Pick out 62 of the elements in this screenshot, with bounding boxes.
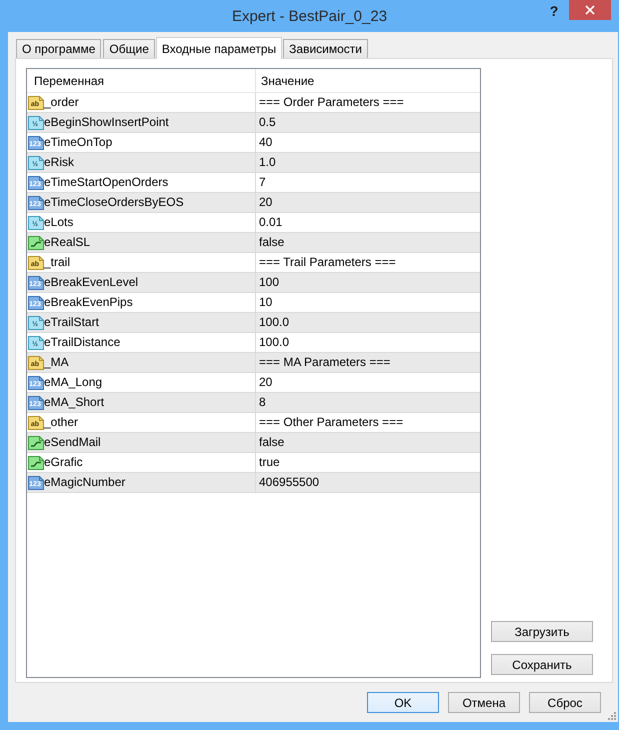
parameter-name: _other	[44, 414, 78, 431]
dialog-button[interactable]: Сброс	[529, 692, 601, 713]
parameter-name: eMA_Long	[44, 374, 102, 391]
parameter-name: _MA	[44, 354, 69, 371]
parameter-value: === Trail Parameters ===	[258, 254, 397, 271]
help-button[interactable]: ?	[541, 0, 567, 22]
parameter-name: eTimeStartOpenOrders	[44, 174, 168, 191]
resize-grip-icon	[608, 712, 616, 720]
table-row[interactable]: eSendMail false	[27, 433, 480, 453]
parameter-value: 8	[258, 394, 267, 411]
table-row[interactable]: eRealSL false	[27, 233, 480, 253]
parameter-name: eMA_Short	[44, 394, 104, 411]
parameter-value: 406955500	[258, 474, 320, 491]
parameter-value: 40	[258, 134, 274, 151]
toggle-type-icon	[28, 454, 44, 470]
parameter-name: eBreakEvenLevel	[44, 274, 138, 291]
parameter-name: _order	[44, 94, 79, 111]
tab[interactable]: Общие	[103, 39, 155, 58]
parameter-value: 100.0	[258, 334, 290, 351]
toggle-type-icon	[28, 234, 44, 250]
parameter-name: eTimeOnTop	[44, 134, 112, 151]
column-header[interactable]: Значение	[256, 69, 480, 92]
parameter-value: 0.01	[258, 214, 284, 231]
parameter-name: eTimeCloseOrdersByEOS	[44, 194, 184, 211]
close-button[interactable]	[569, 0, 611, 20]
table-row[interactable]: eGrafic true	[27, 453, 480, 473]
parameter-value: 100	[258, 274, 280, 291]
parameter-name: eGrafic	[44, 454, 83, 471]
dialog-button[interactable]: OK	[367, 692, 439, 713]
parameter-name: eRisk	[44, 154, 74, 171]
window-title: Expert - BestPair_0_23	[232, 8, 388, 24]
parameter-value: 100.0	[258, 314, 290, 331]
parameter-value: === Other Parameters ===	[258, 414, 404, 431]
close-icon	[585, 5, 595, 15]
parameter-value: 20	[258, 374, 274, 391]
parameter-value: 1.0	[258, 154, 277, 171]
parameter-value: 10	[258, 294, 274, 311]
parameter-value: === MA Parameters ===	[258, 354, 392, 371]
tab[interactable]: Входные параметры	[156, 37, 282, 59]
parameter-name: eTrailDistance	[44, 334, 120, 351]
parameter-value: 20	[258, 194, 274, 211]
parameter-name: _trail	[44, 254, 70, 271]
parameter-name: eBreakEvenPips	[44, 294, 133, 311]
dialog-button[interactable]: Отмена	[448, 692, 520, 713]
parameter-value: 7	[258, 174, 267, 191]
parameter-name: eRealSL	[44, 234, 90, 251]
side-button[interactable]: Сохранить	[491, 654, 593, 675]
column-header[interactable]: Переменная	[27, 69, 256, 92]
side-button[interactable]: Загрузить	[491, 621, 593, 642]
toggle-type-icon	[28, 434, 44, 450]
parameter-name: eSendMail	[44, 434, 101, 451]
tab[interactable]: Зависимости	[283, 39, 368, 58]
parameter-name: eLots	[44, 214, 74, 231]
parameter-name: eTrailStart	[44, 314, 99, 331]
parameter-value: true	[258, 454, 281, 471]
parameter-value: === Order Parameters ===	[258, 94, 405, 111]
parameter-value: false	[258, 234, 286, 251]
parameter-value: 0.5	[258, 114, 277, 131]
parameter-name: eBeginShowInsertPoint	[44, 114, 169, 131]
parameter-name: eMagicNumber	[44, 474, 126, 491]
parameter-value: false	[258, 434, 286, 451]
tab[interactable]: О программе	[16, 39, 102, 58]
